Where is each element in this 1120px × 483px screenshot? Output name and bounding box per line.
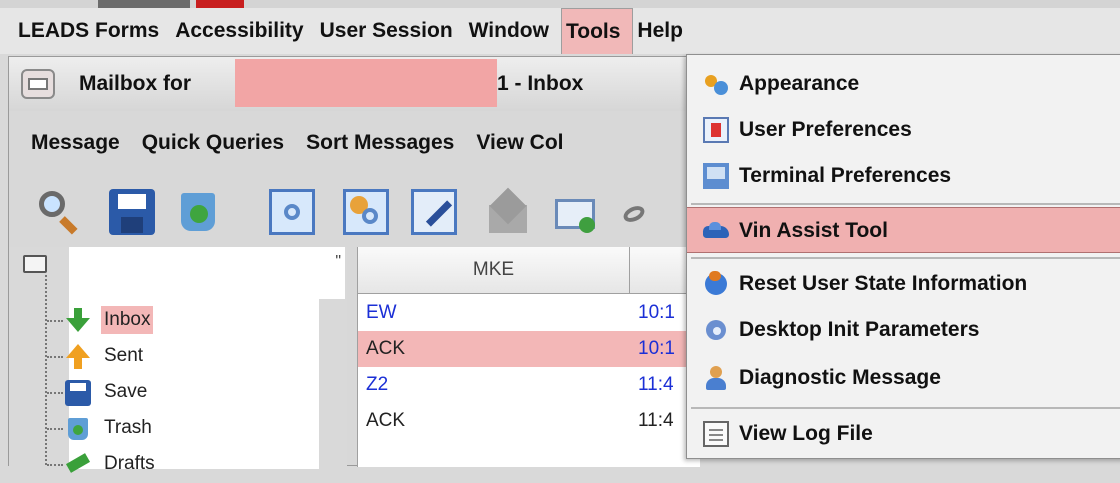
menu-item-label: User Preferences — [739, 118, 912, 141]
menu-item-vin-assist-tool[interactable]: Vin Assist Tool — [687, 207, 1120, 253]
message-time: 11:4 — [638, 410, 674, 431]
menu-sort-messages[interactable]: Sort Messages — [306, 131, 454, 155]
tree-item-label: Inbox — [101, 306, 154, 334]
taskbar-tab-gray[interactable] — [98, 0, 190, 8]
menu-separator — [691, 407, 1120, 409]
menu-leads-forms[interactable]: LEADS Forms — [14, 8, 171, 54]
reset-globe-icon — [703, 271, 729, 297]
message-code: Z2 — [366, 374, 389, 395]
menu-item-reset-user-state[interactable]: Reset User State Information — [687, 261, 1120, 307]
floppy-icon — [65, 380, 91, 406]
tools-dropdown-menu: Appearance User Preferences Terminal Pre… — [686, 54, 1120, 459]
menu-item-label: Terminal Preferences — [739, 164, 952, 187]
menu-item-view-log-file[interactable]: View Log File — [687, 411, 1120, 457]
menu-item-label: View Log File — [739, 422, 873, 445]
table-row[interactable]: Z2 11:4 — [358, 367, 700, 403]
trash-icon[interactable] — [179, 189, 217, 235]
message-code: ACK — [366, 338, 406, 359]
main-menubar: LEADS Forms Accessibility User Session W… — [0, 8, 1120, 54]
tree-item-label: Drafts — [104, 453, 155, 474]
mailbox-title-suffix: 1 - Inbox — [497, 72, 584, 95]
taskbar-tab-red[interactable] — [196, 0, 244, 8]
tree-item-label: Trash — [104, 417, 152, 438]
message-time: 10:1 — [638, 302, 675, 323]
menu-tools[interactable]: Tools — [560, 8, 634, 54]
diagnostic-user-icon — [703, 365, 729, 391]
desktop-init-icon — [703, 317, 729, 343]
message-time: 10:1 — [638, 338, 675, 359]
message-code: EW — [366, 302, 397, 323]
appearance-icon — [703, 71, 729, 97]
vin-assist-car-icon — [703, 218, 729, 244]
menu-message[interactable]: Message — [31, 131, 120, 155]
menu-item-label: Reset User State Information — [739, 272, 1028, 295]
folder-icon[interactable] — [23, 255, 47, 273]
log-file-icon — [703, 421, 729, 447]
menu-quick-queries[interactable]: Quick Queries — [142, 131, 284, 155]
table-header: MKE — [358, 247, 700, 294]
tree-header: " — [69, 247, 345, 299]
mailbox-titlebar[interactable]: Mailbox for 1 - Inbox — [9, 57, 699, 111]
folder-tree: " Inbox Sent Save Trash Drafts — [9, 247, 347, 474]
menu-user-session[interactable]: User Session — [316, 8, 465, 54]
drafts-icon — [65, 452, 91, 478]
tree-item-sent[interactable]: Sent — [9, 339, 309, 375]
menu-item-label: Appearance — [739, 72, 860, 95]
glasses-icon[interactable] — [621, 189, 651, 235]
menu-separator — [691, 257, 1120, 259]
mailbox-toolbar — [9, 175, 699, 245]
message-time: 11:4 — [638, 374, 674, 395]
terminal-preferences-icon — [703, 163, 729, 189]
compose-icon[interactable] — [411, 189, 457, 235]
redacted-username — [235, 59, 497, 107]
table-row[interactable]: ACK 10:1 — [358, 331, 700, 367]
menu-item-diagnostic-message[interactable]: Diagnostic Message — [687, 355, 1120, 401]
menu-separator — [691, 203, 1120, 205]
tree-item-label: Sent — [104, 345, 144, 366]
tree-item-label: Save — [104, 381, 148, 402]
trash-icon — [65, 416, 91, 442]
menu-window[interactable]: Window — [465, 8, 561, 54]
menu-item-terminal-preferences[interactable]: Terminal Preferences — [687, 153, 1120, 199]
menu-item-appearance[interactable]: Appearance — [687, 61, 1120, 107]
search-icon[interactable] — [35, 189, 81, 235]
user-preferences-icon — [703, 117, 729, 143]
disabled-icon — [485, 189, 531, 235]
menu-item-user-preferences[interactable]: User Preferences — [687, 107, 1120, 153]
send-mail-icon[interactable] — [553, 189, 599, 235]
tree-item-save[interactable]: Save — [9, 375, 309, 411]
table-row[interactable]: ACK 11:4 — [358, 403, 700, 439]
menu-view-columns[interactable]: View Col — [476, 131, 563, 155]
top-window-strip — [0, 0, 1120, 8]
mailbox-title-prefix: Mailbox for — [79, 72, 192, 95]
message-code: ACK — [366, 410, 406, 431]
mailbox-icon — [21, 69, 55, 99]
mailbox-menubar: Message Quick Queries Sort Messages View… — [9, 117, 699, 169]
menu-item-desktop-init-parameters[interactable]: Desktop Init Parameters — [687, 307, 1120, 353]
menu-accessibility[interactable]: Accessibility — [171, 8, 315, 54]
table-row[interactable]: EW 10:1 — [358, 295, 700, 331]
mailbox-window: Mailbox for 1 - Inbox Message Quick Quer… — [8, 56, 700, 474]
window-people-icon[interactable] — [343, 189, 389, 235]
tree-header-mark: " — [335, 253, 341, 270]
tree-item-drafts[interactable]: Drafts — [9, 447, 309, 483]
column-header-mke[interactable]: MKE — [358, 247, 630, 293]
tree-item-trash[interactable]: Trash — [9, 411, 309, 447]
sent-arrow-icon — [65, 344, 91, 370]
window-search-icon[interactable] — [269, 189, 315, 235]
menu-item-label: Desktop Init Parameters — [739, 318, 980, 341]
menu-item-label: Diagnostic Message — [739, 366, 941, 389]
message-table: MKE EW 10:1 ACK 10:1 Z2 11:4 ACK 11:4 — [357, 247, 700, 467]
tree-item-inbox[interactable]: Inbox — [9, 303, 309, 339]
inbox-arrow-icon — [65, 308, 91, 334]
menu-item-label: Vin Assist Tool — [739, 219, 888, 242]
save-icon[interactable] — [109, 189, 155, 235]
menu-help[interactable]: Help — [633, 8, 695, 54]
